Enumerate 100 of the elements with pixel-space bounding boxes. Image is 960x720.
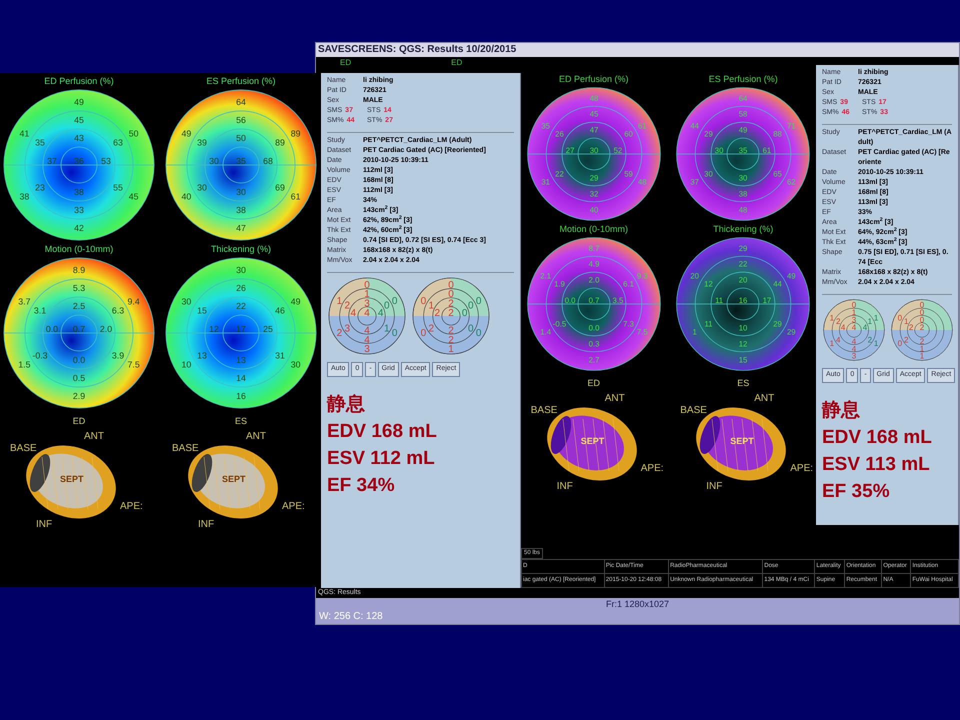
segment-value: 43 <box>74 132 84 143</box>
segment-value: 35 <box>541 122 550 131</box>
segment-value: 36 <box>74 156 84 166</box>
score-value: 2 <box>448 308 454 319</box>
segment-value: 35 <box>738 146 748 156</box>
score-value: 0 <box>364 280 370 292</box>
segment-value: 58 <box>738 110 748 119</box>
score-value: 0 <box>920 308 924 317</box>
segment-value: 88 <box>773 130 782 139</box>
segment-value: 40 <box>589 205 598 214</box>
segment-value: 39 <box>197 137 207 148</box>
segment-value: 20 <box>690 272 700 281</box>
segment-value: 1.4 <box>540 327 551 336</box>
segment-value: 71 <box>787 122 796 131</box>
segment-value: 13 <box>197 350 207 360</box>
segment-value: 50 <box>236 132 246 143</box>
heart-label: ANT <box>754 392 774 406</box>
segment-value: 38 <box>20 191 30 202</box>
segment-value: 60 <box>624 130 633 139</box>
score-value: 0 <box>920 300 924 310</box>
segment-value: 12 <box>209 324 219 334</box>
segment-value: 62 <box>787 177 796 186</box>
score-value: 0 <box>468 300 474 312</box>
segment-value: 44 <box>690 122 700 131</box>
segment-value: 55 <box>113 182 123 192</box>
segment-value: 89 <box>275 137 285 148</box>
segment-value: 47 <box>589 126 598 135</box>
segment-value: 65 <box>773 170 782 178</box>
score-value: 4 <box>852 337 856 346</box>
segment-value: 56 <box>236 114 246 125</box>
segment-value: 22 <box>738 260 748 269</box>
segment-value: 30 <box>715 146 724 156</box>
segment-value: 46 <box>275 305 285 316</box>
score-value: 2 <box>448 326 454 337</box>
segment-value: 29 <box>773 320 782 328</box>
segment-value: 11 <box>704 320 713 328</box>
score-value: 0 <box>448 289 454 300</box>
segment-value: 68 <box>263 156 273 166</box>
score-value: 2 <box>920 323 924 332</box>
segment-value: 30 <box>182 296 192 306</box>
segment-value: 12 <box>704 280 714 289</box>
segment-value: 64 <box>236 96 246 107</box>
segment-value: 26 <box>236 282 246 293</box>
score-value: 3 <box>364 344 370 355</box>
score-value: 2 <box>448 334 454 346</box>
segment-value: 29 <box>787 327 796 336</box>
heart-label: SEPT <box>222 472 246 486</box>
window-level: W: 256 C: 128 <box>319 610 383 624</box>
heart-label: APE: <box>282 500 305 514</box>
segment-value: 2.1 <box>540 272 551 281</box>
score-value: 4 <box>852 344 856 354</box>
segment-value: 3.9 <box>112 350 124 360</box>
segment-value: 23 <box>35 182 45 192</box>
heart-label: SEPT <box>580 434 604 448</box>
segment-value: 16 <box>236 391 246 401</box>
heart-label: APE: <box>640 462 664 476</box>
score-value: 4 <box>840 323 846 332</box>
segment-value: 3.5 <box>612 296 624 306</box>
score-value: 1 <box>428 300 434 312</box>
segment-value: 22 <box>554 170 564 178</box>
window-title: SAVESCREENS: QGS: Results 10/20/2015 <box>318 45 516 55</box>
map-title: Thickening (%) <box>713 223 774 235</box>
segment-value: 4.9 <box>588 260 600 269</box>
score-value: 0 <box>920 315 924 324</box>
map-title: ES Perfusion (%) <box>708 73 778 85</box>
score-value: 1 <box>364 289 370 300</box>
phase-label: ES <box>737 377 750 390</box>
segment-value: 0.0 <box>564 296 576 306</box>
map-title: ED Perfusion (%) <box>44 75 114 87</box>
score-value: 4 <box>852 323 856 332</box>
segment-value: 30 <box>290 359 300 370</box>
score-value: 2 <box>836 317 840 326</box>
segment-value: 0.0 <box>46 324 58 334</box>
heart-label: ANT <box>604 392 625 406</box>
segment-value: 30 <box>197 182 207 192</box>
score-value: 4 <box>364 334 370 346</box>
score-value: 2 <box>434 308 440 319</box>
segment-value: 47 <box>236 223 246 233</box>
score-value: 1 <box>920 344 924 354</box>
segment-value: 30 <box>209 156 219 166</box>
segment-value: 10 <box>182 359 192 370</box>
segment-value: 16 <box>738 296 748 306</box>
segment-value: 49 <box>290 296 300 306</box>
segment-value: 30 <box>236 186 246 197</box>
segment-value: 11 <box>715 296 724 306</box>
segment-value: 2.0 <box>588 276 600 285</box>
score-value: 1 <box>830 313 834 322</box>
segment-value: 50 <box>128 128 138 138</box>
summary-text: 静息 <box>822 398 861 422</box>
map-title: Motion (0-10mm) <box>44 243 114 255</box>
segment-value: 64 <box>738 94 748 103</box>
segment-value: 20 <box>738 276 748 285</box>
score-value: 1 <box>336 296 342 308</box>
segment-value: 9.3 <box>636 272 648 281</box>
summary-text: EDV 168 mL <box>327 420 438 444</box>
segment-value: 2.5 <box>72 300 86 311</box>
summary-text: EF 35% <box>822 480 891 504</box>
segment-value: 49 <box>738 126 748 135</box>
score-value: 2 <box>908 323 914 332</box>
segment-value: 33 <box>74 204 84 215</box>
